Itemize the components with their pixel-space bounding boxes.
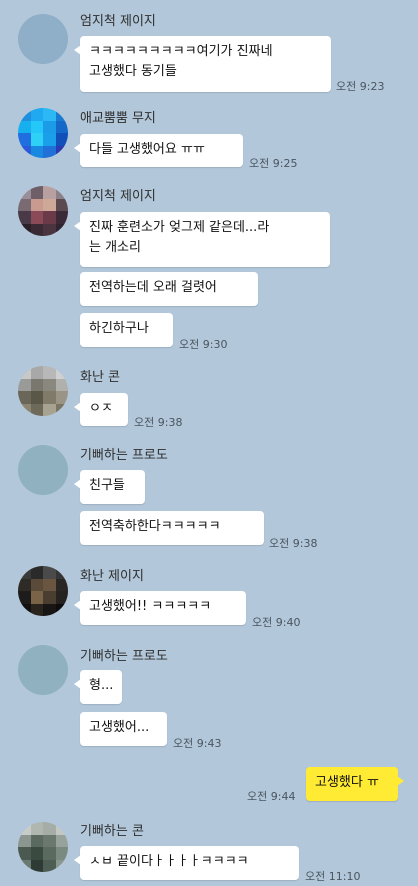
message-time: 오전 9:40: [252, 616, 301, 629]
sender-name: 기뻐하는 프로도: [80, 448, 168, 463]
avatar-happy-con[interactable]: [18, 822, 68, 872]
message-bubble[interactable]: 하긴하구나: [80, 313, 173, 347]
message-line: ㅇㅈ: [89, 401, 113, 416]
message-time: 오전 11:10: [305, 870, 361, 883]
message-time: 오전 9:38: [269, 537, 318, 550]
avatar-frodo[interactable]: [18, 445, 68, 495]
message-bubble[interactable]: 전역축하한다ㅋㅋㅋㅋㅋ: [80, 511, 264, 545]
sender-name: 엄지척 제이지: [80, 14, 156, 29]
message-bubble[interactable]: 형...: [74, 670, 122, 704]
message-bubble[interactable]: ㅅㅂ 끝이다ㅏㅏㅏㅏㅋㅋㅋㅋ: [74, 846, 299, 880]
message-bubble[interactable]: 친구들: [74, 470, 145, 504]
message-line: ㅋㅋㅋㅋㅋㅋㅋㅋㅋ여기가 진짜네: [89, 44, 273, 59]
message-bubble[interactable]: 고생했어!! ㅋㅋㅋㅋㅋ: [74, 591, 246, 625]
sender-name: 기뻐하는 콘: [80, 824, 144, 839]
message-bubble[interactable]: 고생했어...: [80, 712, 167, 746]
message-line: 다들 고생했어요 ㅠㅠ: [89, 142, 205, 157]
message-line: ㅅㅂ 끝이다ㅏㅏㅏㅏㅋㅋㅋㅋ: [89, 854, 249, 869]
message-bubble[interactable]: 전역하는데 오래 걸렷어: [80, 272, 258, 306]
sender-name: 화난 제이지: [80, 569, 144, 584]
sender-name: 엄지척 제이지: [80, 189, 156, 204]
message-bubble[interactable]: 진짜 훈련소가 엊그제 같은데...라 는 개소리: [74, 212, 330, 267]
sender-name: 애교뿜뿜 무지: [80, 111, 156, 126]
message-line: 전역하는데 오래 걸렷어: [89, 280, 217, 295]
avatar-frodo[interactable]: [18, 645, 68, 695]
avatar-jayg-photo[interactable]: [18, 186, 68, 236]
message-time: 오전 9:38: [134, 416, 183, 429]
message-line: 형...: [89, 678, 114, 693]
message-line: 고생했다 ㅠ: [315, 775, 379, 790]
sender-name: 화난 콘: [80, 370, 121, 385]
message-line: 는 개소리: [89, 240, 141, 255]
message-time: 오전 9:25: [249, 157, 298, 170]
message-line: 고생했어!! ㅋㅋㅋㅋㅋ: [89, 599, 212, 614]
sender-name: 기뻐하는 프로도: [80, 649, 168, 664]
message-line: 친구들: [89, 478, 125, 493]
avatar-angry-jayg[interactable]: [18, 566, 68, 616]
message-line: 고생했어...: [89, 720, 150, 735]
message-time: 오전 9:43: [173, 737, 222, 750]
message-bubble[interactable]: ㅇㅈ: [74, 393, 128, 426]
message-line: 진짜 훈련소가 엊그제 같은데...라: [89, 220, 270, 235]
avatar-jayg[interactable]: [18, 14, 68, 64]
message-line: 하긴하구나: [89, 321, 149, 336]
message-time: 오전 9:30: [179, 338, 228, 351]
message-time: 오전 9:23: [336, 80, 385, 93]
avatar-con[interactable]: [18, 366, 68, 416]
message-time: 오전 9:44: [247, 790, 296, 803]
avatar-muzi[interactable]: [18, 108, 68, 158]
message-line: 전역축하한다ㅋㅋㅋㅋㅋ: [89, 519, 221, 534]
message-bubble[interactable]: ㅋㅋㅋㅋㅋㅋㅋㅋㅋ여기가 진짜네 고생했다 동기들: [74, 36, 331, 92]
message-line: 고생했다 동기들: [89, 64, 177, 79]
my-message-bubble[interactable]: 고생했다 ㅠ: [306, 767, 404, 801]
message-bubble[interactable]: 다들 고생했어요 ㅠㅠ: [74, 134, 243, 167]
